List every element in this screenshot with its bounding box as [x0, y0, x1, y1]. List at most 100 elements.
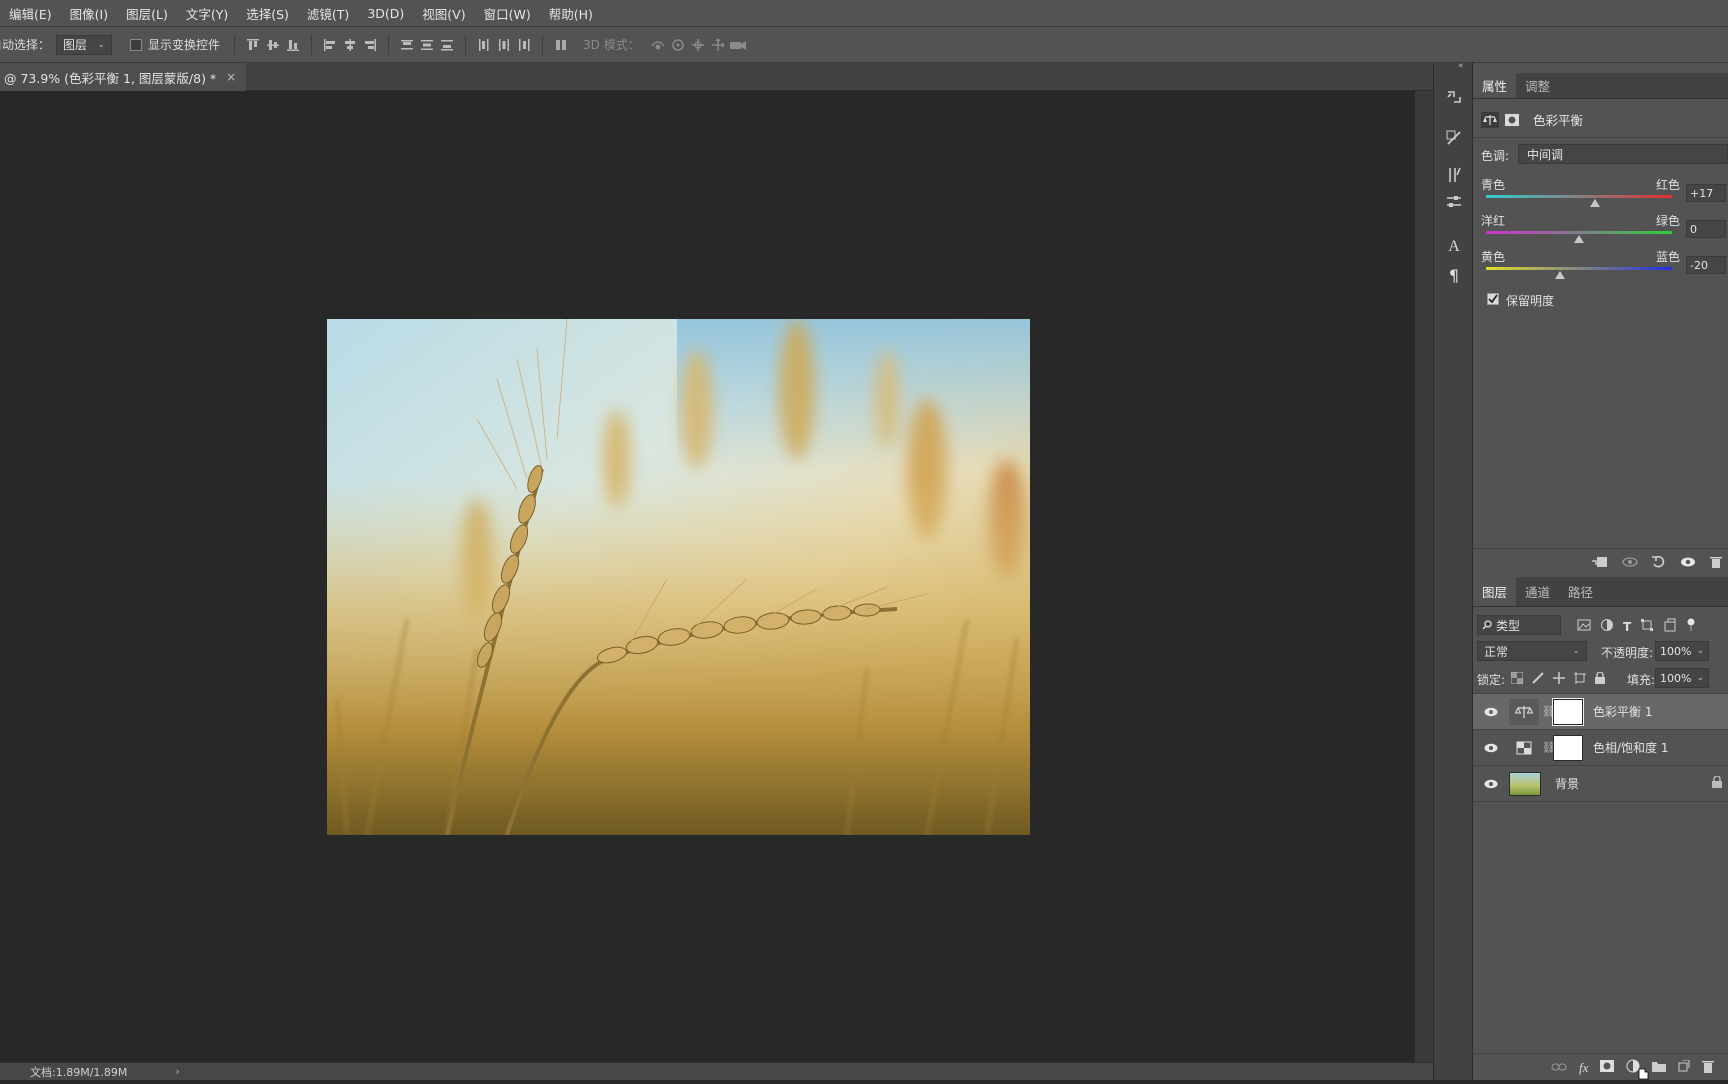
pixel-filter-icon[interactable]	[1577, 619, 1591, 634]
menu-layer[interactable]: 图层(L)	[117, 4, 177, 23]
menu-view[interactable]: 视图(V)	[413, 4, 474, 23]
character-icon[interactable]: A	[1442, 235, 1466, 259]
align-hcenter-icon[interactable]	[340, 35, 360, 55]
visibility-eye-icon[interactable]	[1481, 778, 1501, 790]
close-icon[interactable]: ×	[226, 70, 236, 84]
menu-image[interactable]: 图像(I)	[61, 4, 117, 23]
layer-mask-thumbnail[interactable]	[1553, 734, 1583, 761]
menu-select[interactable]: 选择(S)	[237, 4, 298, 23]
new-layer-icon[interactable]	[1678, 1059, 1690, 1075]
layer-row[interactable]: ⛓ 色相/饱和度 1	[1473, 730, 1728, 766]
layer-name[interactable]: 色相/饱和度 1	[1593, 739, 1669, 756]
distribute-right-icon[interactable]	[514, 35, 534, 55]
fx-icon[interactable]: fx	[1579, 1060, 1588, 1076]
shape-filter-icon[interactable]	[1640, 618, 1654, 635]
paragraph-icon[interactable]: ¶	[1442, 263, 1466, 287]
new-group-icon[interactable]	[1652, 1060, 1667, 1075]
cyan-red-slider-thumb[interactable]	[1589, 199, 1600, 207]
3d-camera-icon[interactable]	[728, 35, 748, 55]
distribute-vcenter-icon[interactable]	[417, 35, 437, 55]
layer-row[interactable]: ⛓ 色彩平衡 1	[1473, 694, 1728, 730]
menu-help[interactable]: 帮助(H)	[540, 4, 602, 23]
distribute-left-icon[interactable]	[474, 35, 494, 55]
menu-3d[interactable]: 3D(D)	[358, 6, 413, 21]
lock-artboard-icon[interactable]	[1574, 672, 1586, 687]
magenta-green-slider-thumb[interactable]	[1574, 235, 1584, 243]
lock-transparent-pixels-icon[interactable]	[1510, 671, 1524, 687]
history-icon[interactable]	[1442, 85, 1466, 109]
delete-layer-icon[interactable]	[1702, 1060, 1715, 1076]
tab-adjustments[interactable]: 调整	[1516, 73, 1559, 98]
add-mask-icon[interactable]	[1600, 1060, 1615, 1075]
delete-icon[interactable]	[1709, 555, 1723, 572]
align-bottom-icon[interactable]	[283, 35, 303, 55]
visibility-eye-icon[interactable]	[1481, 706, 1501, 718]
menu-filter[interactable]: 滤镜(T)	[298, 4, 358, 23]
fill-field[interactable]: 100% ⌄	[1655, 668, 1709, 688]
3d-slide-icon[interactable]	[708, 35, 728, 55]
opacity-field[interactable]: 100% ⌄	[1655, 641, 1709, 661]
layer-name[interactable]: 背景	[1555, 775, 1579, 792]
link-layers-icon[interactable]	[1551, 1061, 1567, 1075]
align-vcenter-icon[interactable]	[263, 35, 283, 55]
tab-properties[interactable]: 属性	[1473, 73, 1517, 98]
distribute-top-icon[interactable]	[397, 35, 417, 55]
adjustment-filter-icon[interactable]	[1600, 618, 1614, 635]
visibility-eye-icon[interactable]	[1481, 742, 1501, 754]
brush-preset-icon[interactable]	[1442, 126, 1466, 150]
lock-all-icon[interactable]	[1595, 671, 1605, 687]
canvas-vertical-scrollbar[interactable]	[1414, 91, 1433, 1062]
yellow-blue-track[interactable]	[1486, 267, 1672, 270]
yellow-blue-slider-thumb[interactable]	[1555, 271, 1566, 279]
balance-scale-icon[interactable]	[1481, 111, 1499, 128]
collapse-arrows-icon[interactable]: «	[1458, 61, 1464, 71]
tone-dropdown[interactable]: 中间调	[1518, 144, 1728, 164]
align-right-icon[interactable]	[360, 35, 380, 55]
preserve-luminosity-checkbox[interactable]	[1487, 293, 1499, 305]
align-top-icon[interactable]	[243, 35, 263, 55]
menu-window[interactable]: 窗口(W)	[475, 4, 540, 23]
yellow-blue-value[interactable]: -20	[1686, 256, 1726, 274]
magenta-green-track[interactable]	[1486, 231, 1672, 234]
auto-align-icon[interactable]	[551, 35, 571, 55]
link-icon[interactable]: ⛓	[1542, 705, 1556, 718]
layer-mask-icon[interactable]	[1503, 112, 1521, 128]
magenta-green-value[interactable]: 0	[1686, 220, 1726, 238]
status-menu-arrow[interactable]: ›	[175, 1065, 179, 1078]
background-thumbnail[interactable]	[1509, 771, 1541, 796]
smart-object-filter-icon[interactable]	[1663, 618, 1677, 635]
tab-paths[interactable]: 路径	[1559, 577, 1602, 606]
align-left-icon[interactable]	[320, 35, 340, 55]
adjustments-sliders-icon[interactable]	[1442, 190, 1466, 214]
tab-layers[interactable]: 图层	[1473, 577, 1517, 606]
lock-position-icon[interactable]	[1553, 672, 1565, 687]
tab-channels[interactable]: 通道	[1516, 577, 1559, 606]
3d-rotate-icon[interactable]	[648, 35, 668, 55]
distribute-bottom-icon[interactable]	[437, 35, 457, 55]
blend-mode-dropdown[interactable]: 正常 ⌄	[1477, 641, 1587, 661]
distribute-hcenter-icon[interactable]	[494, 35, 514, 55]
toggle-visibility-icon[interactable]	[1679, 555, 1697, 572]
cyan-red-value[interactable]: +17	[1686, 184, 1726, 202]
document-tab[interactable]: @ 73.9% (色彩平衡 1, 图层蒙版/8) * ×	[0, 63, 247, 91]
3d-roll-icon[interactable]	[668, 35, 688, 55]
auto-select-dropdown[interactable]: 图层 ⌄	[56, 34, 113, 55]
layer-mask-thumbnail[interactable]	[1552, 697, 1584, 726]
type-filter-icon[interactable]: T	[1623, 620, 1631, 634]
view-previous-state-icon[interactable]	[1621, 555, 1639, 572]
tool-presets-icon[interactable]	[1442, 163, 1466, 187]
menu-type[interactable]: 文字(Y)	[177, 4, 237, 23]
filter-toggle-icon[interactable]	[1686, 618, 1696, 635]
link-icon[interactable]: ⛓	[1542, 741, 1556, 754]
show-transform-checkbox[interactable]	[130, 38, 143, 51]
layer-row[interactable]: 背景	[1473, 766, 1728, 802]
layer-name[interactable]: 色彩平衡 1	[1593, 703, 1652, 720]
canvas-area[interactable]	[0, 91, 1414, 1062]
reset-icon[interactable]	[1651, 555, 1667, 572]
cyan-red-track[interactable]	[1486, 195, 1672, 198]
layer-filter-dropdown[interactable]: 类型	[1477, 615, 1561, 635]
3d-drag-icon[interactable]	[688, 35, 708, 55]
lock-image-pixels-icon[interactable]	[1532, 672, 1544, 687]
clip-to-layer-icon[interactable]	[1591, 555, 1609, 572]
menu-edit[interactable]: 编辑(E)	[0, 4, 61, 23]
